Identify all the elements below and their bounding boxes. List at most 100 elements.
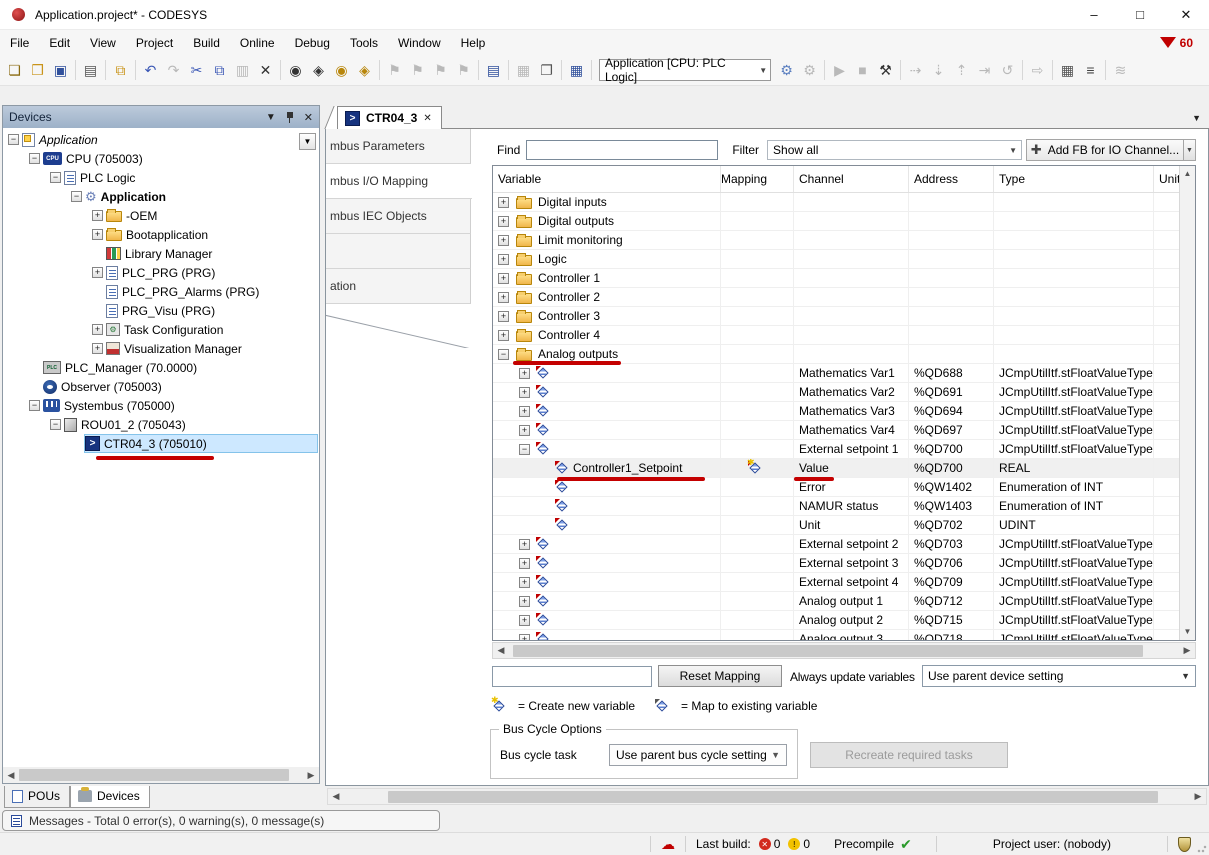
redo-icon[interactable]: ↷ [162,59,185,82]
side-tab-mbus-parameters[interactable]: mbus Parameters [326,129,471,164]
expander-minus-icon[interactable]: − [71,191,82,202]
expander-plus-icon[interactable]: + [92,324,103,335]
bookmark-icon[interactable]: ⚑ [383,59,406,82]
view-tab-pous[interactable]: POUs [4,786,70,808]
logout-icon[interactable]: ⚙ [798,59,821,82]
tree-item-application[interactable]: −⚙Application [3,187,319,206]
save-icon[interactable]: ▣ [49,59,72,82]
panel-menu-icon[interactable]: ▼ [266,112,276,123]
table-row[interactable]: NAMUR status%QW1403Enumeration of INT [493,497,1179,516]
expander-minus-icon[interactable]: − [498,349,509,360]
tree-item-library-manager[interactable]: Library Manager [3,244,319,263]
expander-plus-icon[interactable]: + [519,596,530,607]
menu-view[interactable]: View [80,32,126,54]
step-over-icon[interactable]: ⇢ [904,59,927,82]
tree-item-plc-prg-alarms-prg-[interactable]: PLC_PRG_Alarms (PRG) [3,282,319,301]
minimize-button[interactable]: – [1071,0,1117,30]
table-row[interactable]: +Mathematics Var1%QD688JCmpUtilItf.stFlo… [493,364,1179,383]
table-row[interactable]: Controller1_Setpoint✱Value%QD700REAL [493,459,1179,478]
build-icon[interactable]: ⚒ [874,59,897,82]
tree-item-application[interactable]: −Application [3,130,319,149]
filter-combo[interactable]: Show all ▼ [767,140,1022,160]
expander-minus-icon[interactable]: − [50,419,61,430]
expander-plus-icon[interactable]: + [519,634,530,641]
messages-bar[interactable]: Messages - Total 0 error(s), 0 warning(s… [2,810,440,831]
previous-bookmark-icon[interactable]: ⚑ [406,59,429,82]
message-flag[interactable]: 60 [1160,36,1193,50]
tree-item-cpu-705003-[interactable]: −CPUCPU (705003) [3,149,319,168]
step-out-icon[interactable]: ⇡ [950,59,973,82]
scroll-left-icon[interactable]: ◀ [3,770,19,781]
table-row[interactable]: +Controller 1 [493,269,1179,288]
view-tab-devices[interactable]: Devices [70,786,150,808]
resize-grip[interactable] [1197,843,1207,853]
expander-plus-icon[interactable]: + [498,197,509,208]
scroll-right-icon[interactable]: ▶ [303,770,319,781]
active-application-combo[interactable]: Application [CPU: PLC Logic] ▼ [599,59,771,81]
cut-icon[interactable]: ✂ [185,59,208,82]
tab-list-dropdown-icon[interactable]: ▼ [1192,113,1201,123]
menu-project[interactable]: Project [126,32,183,54]
expander-plus-icon[interactable]: + [498,311,509,322]
reset-mapping-button[interactable]: Reset Mapping [658,665,782,687]
table-row[interactable]: +Controller 3 [493,307,1179,326]
expander-plus-icon[interactable]: + [519,615,530,626]
scroll-left-icon[interactable]: ◀ [493,645,509,656]
table-row[interactable]: +Analog output 3%QD718JCmpUtilItf.stFloa… [493,630,1179,640]
table-row[interactable]: +Analog output 1%QD712JCmpUtilItf.stFloa… [493,592,1179,611]
display-mode-icon[interactable]: ▦ [1056,59,1079,82]
expander-plus-icon[interactable]: + [92,267,103,278]
expander-plus-icon[interactable]: + [498,330,509,341]
flow-control-icon[interactable]: ⇨ [1026,59,1049,82]
clear-bookmarks-icon[interactable]: ⚑ [452,59,475,82]
scroll-thumb[interactable] [388,791,1158,803]
expander-minus-icon[interactable]: − [50,172,61,183]
mapping-field[interactable] [492,666,652,687]
tree-item-visualization-manager[interactable]: +Visualization Manager [3,339,319,358]
side-tab-mbus-i-o-mapping[interactable]: mbus I/O Mapping [326,164,472,199]
side-tab-ation[interactable]: ation [326,269,471,304]
expander-plus-icon[interactable]: + [519,368,530,379]
properties-icon[interactable]: ▤ [482,59,505,82]
library-icon[interactable]: ▦ [565,59,588,82]
expander-plus-icon[interactable]: + [519,387,530,398]
export-icon[interactable]: ❐ [535,59,558,82]
editor-hscrollbar[interactable]: ◀ ▶ [327,788,1207,805]
quick-replace-icon[interactable]: ◈ [307,59,330,82]
tree-item-prg-visu-prg-[interactable]: PRG_Visu (PRG) [3,301,319,320]
devices-panel-header[interactable]: Devices ▼ ✕ [3,106,319,128]
tab-close-icon[interactable]: ✕ [423,113,431,124]
table-row[interactable]: +External setpoint 4%QD709JCmpUtilItf.st… [493,573,1179,592]
side-tab-blank[interactable] [326,234,471,269]
reset-icon[interactable]: ↺ [996,59,1019,82]
expander-plus-icon[interactable]: + [498,254,509,265]
tree-item-bootapplication[interactable]: +Bootapplication [3,225,319,244]
table-row[interactable]: +Controller 4 [493,326,1179,345]
side-tab-mbus-iec-objects[interactable]: mbus IEC Objects [326,199,471,234]
menu-edit[interactable]: Edit [39,32,80,54]
expander-plus-icon[interactable]: + [92,210,103,221]
expander-plus-icon[interactable]: + [92,343,103,354]
scroll-up-icon[interactable]: ▲ [1180,166,1195,182]
table-row[interactable]: +Digital outputs [493,212,1179,231]
menu-online[interactable]: Online [230,32,285,54]
next-bookmark-icon[interactable]: ⚑ [429,59,452,82]
scroll-down-icon[interactable]: ▼ [1180,624,1195,640]
menu-window[interactable]: Window [388,32,451,54]
expander-plus-icon[interactable]: + [498,216,509,227]
expander-plus-icon[interactable]: + [519,558,530,569]
add-fb-button[interactable]: ✚ Add FB for IO Channel... [1026,139,1184,161]
tree-item-plc-prg-prg-[interactable]: +PLC_PRG (PRG) [3,263,319,282]
step-into-icon[interactable]: ⇣ [927,59,950,82]
table-row[interactable]: Unit%QD702UDINT [493,516,1179,535]
table-row[interactable]: +Digital inputs [493,193,1179,212]
expander-minus-icon[interactable]: − [29,153,40,164]
menu-debug[interactable]: Debug [285,32,340,54]
pin-icon[interactable] [286,112,294,123]
table-row[interactable]: +Logic [493,250,1179,269]
table-row[interactable]: +Mathematics Var3%QD694JCmpUtilItf.stFlo… [493,402,1179,421]
new-file-icon[interactable]: ❏ [3,59,26,82]
scroll-left-icon[interactable]: ◀ [328,791,344,802]
panel-close-icon[interactable]: ✕ [304,111,313,124]
tree-item-task-configuration[interactable]: +⚙Task Configuration [3,320,319,339]
